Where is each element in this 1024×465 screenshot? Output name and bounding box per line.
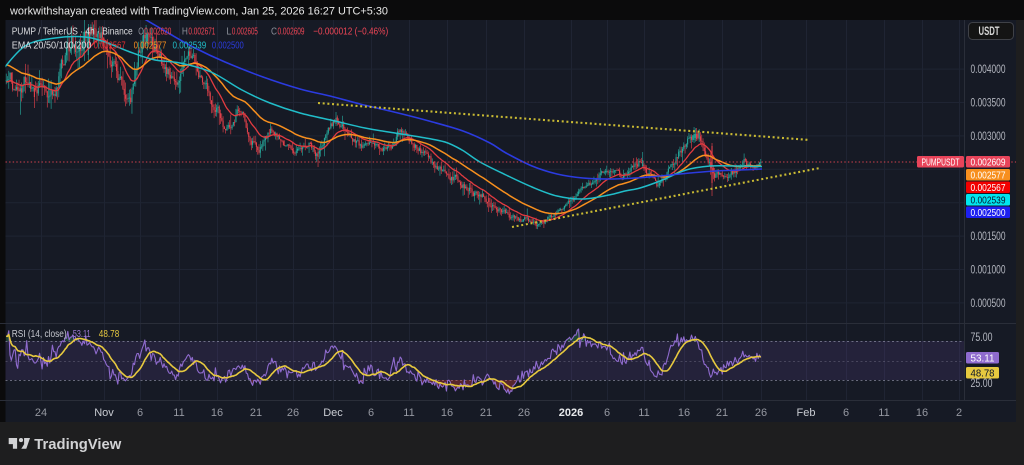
svg-text:0.004000: 0.004000 — [971, 64, 1006, 76]
svg-text:0.002605: 0.002605 — [232, 27, 258, 38]
svg-text:6: 6 — [137, 407, 143, 419]
svg-text:6: 6 — [604, 407, 610, 419]
svg-text:25.00: 25.00 — [971, 378, 993, 390]
svg-text:16: 16 — [211, 407, 223, 419]
svg-text:75.00: 75.00 — [971, 332, 993, 344]
svg-text:53.11: 53.11 — [971, 352, 995, 364]
svg-text:21: 21 — [716, 407, 728, 419]
svg-text:PUMPUSDT: PUMPUSDT — [922, 156, 960, 168]
svg-text:0.000500: 0.000500 — [971, 298, 1006, 310]
svg-text:0.003000: 0.003000 — [971, 131, 1006, 143]
svg-text:11: 11 — [878, 407, 889, 419]
svg-text:16: 16 — [916, 407, 928, 419]
svg-text:11: 11 — [173, 407, 184, 419]
svg-text:0.003500: 0.003500 — [971, 97, 1006, 109]
svg-text:PUMP / TetherUS · 4h · Binance: PUMP / TetherUS · 4h · Binance — [12, 27, 133, 38]
svg-text:11: 11 — [403, 407, 414, 419]
svg-text:Dec: Dec — [323, 407, 343, 419]
svg-text:TradingView: TradingView — [34, 436, 121, 453]
svg-text:26: 26 — [518, 407, 530, 419]
svg-text:0.002577: 0.002577 — [134, 41, 167, 52]
svg-text:48.78: 48.78 — [99, 329, 120, 340]
svg-text:26: 26 — [755, 407, 767, 419]
svg-text:0.002539: 0.002539 — [173, 41, 207, 52]
svg-text:0.002620: 0.002620 — [144, 27, 171, 38]
svg-text:6: 6 — [843, 407, 849, 419]
svg-text:0.002567: 0.002567 — [94, 41, 126, 52]
svg-text:16: 16 — [678, 407, 690, 419]
svg-text:2026: 2026 — [559, 407, 583, 419]
svg-text:Nov: Nov — [94, 407, 114, 419]
svg-text:0.001500: 0.001500 — [971, 231, 1006, 243]
svg-text:−0.000012 (−0.46%): −0.000012 (−0.46%) — [313, 27, 388, 38]
svg-text:H: H — [182, 27, 188, 38]
svg-text:USDT: USDT — [979, 26, 1000, 38]
svg-text:workwithshayan created with Tr: workwithshayan created with TradingView.… — [9, 6, 388, 18]
svg-text:0.002577: 0.002577 — [971, 169, 1006, 181]
svg-text:6: 6 — [368, 407, 374, 419]
svg-text:0.002567: 0.002567 — [971, 182, 1006, 194]
svg-text:EMA 20/50/100/200: EMA 20/50/100/200 — [12, 41, 92, 52]
svg-text:2: 2 — [956, 407, 962, 419]
svg-text:0.002609: 0.002609 — [278, 27, 305, 38]
svg-text:48.78: 48.78 — [971, 367, 995, 379]
svg-text:0.001000: 0.001000 — [971, 264, 1006, 276]
svg-text:16: 16 — [441, 407, 453, 419]
svg-text:21: 21 — [250, 407, 262, 419]
svg-text:Feb: Feb — [797, 407, 816, 419]
svg-text:0.002500: 0.002500 — [212, 41, 244, 52]
svg-text:11: 11 — [638, 407, 649, 419]
svg-text:C: C — [271, 27, 277, 38]
svg-text:RSI (14, close): RSI (14, close) — [12, 329, 67, 340]
svg-text:0.002609: 0.002609 — [971, 156, 1006, 168]
svg-text:0.002539: 0.002539 — [971, 194, 1006, 206]
svg-text:0.002671: 0.002671 — [188, 27, 215, 38]
svg-text:21: 21 — [480, 407, 492, 419]
svg-text:24: 24 — [35, 407, 47, 419]
svg-text:0.002500: 0.002500 — [971, 207, 1006, 219]
svg-text:26: 26 — [287, 407, 299, 419]
svg-text:O: O — [138, 27, 144, 38]
svg-text:53.11: 53.11 — [73, 329, 91, 340]
